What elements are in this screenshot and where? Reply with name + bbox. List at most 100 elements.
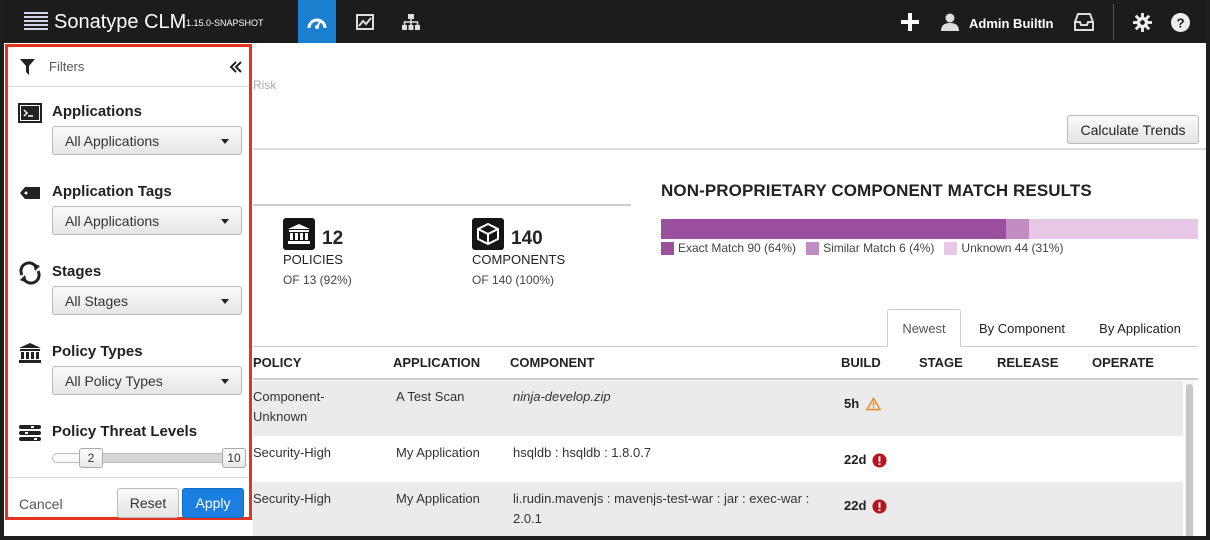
cell-build: 22d [844,496,887,516]
col-operate[interactable]: OPERATE [1092,355,1154,370]
col-release[interactable]: RELEASE [997,355,1058,370]
threat-levels-icon [17,421,43,445]
application-tags-title: Application Tags [52,183,172,200]
user-icon [941,13,959,31]
policy-types-title: Policy Types [52,343,143,360]
table-scrollbar-thumb[interactable] [1186,384,1193,540]
divider [253,204,631,206]
inbox-icon[interactable] [1074,13,1094,31]
calculate-trends-button[interactable]: Calculate Trends [1067,115,1199,144]
hierarchy-icon [402,13,420,30]
help-icon[interactable]: ? [1171,13,1190,32]
col-policy[interactable]: POLICY [253,355,301,370]
applications-select[interactable]: All Applications [52,126,242,155]
build-age: 22d [844,498,867,513]
plus-icon[interactable] [901,13,919,31]
nav-reports-button[interactable] [346,0,384,43]
stages-title: Stages [52,263,102,280]
legend-item-exact: Exact Match 90 (64%) [661,241,796,255]
components-label: COMPONENTS [472,252,566,267]
error-icon [872,498,887,514]
cell-build: 5h [844,394,882,414]
col-stage[interactable]: STAGE [919,355,963,370]
col-build[interactable]: BUILD [841,355,881,370]
legend-swatch [944,241,958,255]
policy-types-select[interactable]: All Policy Types [52,366,242,395]
cell-application: My Application [396,445,480,460]
col-component[interactable]: COMPONENT [510,355,595,370]
stages-value: All Stages [65,292,129,309]
sonatype-logo-icon [24,12,48,32]
svg-text:?: ? [1176,15,1184,30]
version-label: 1.15.0-SNAPSHOT [186,18,264,28]
reset-button[interactable]: Reset [117,488,179,518]
cancel-link[interactable]: Cancel [19,496,63,512]
cycle-icon [17,261,43,285]
bar-segment-similar [1006,219,1030,239]
tab-newest[interactable]: Newest [887,309,961,347]
table-row[interactable]: Component- Unknown A Test Scan ninja-dev… [253,381,1183,436]
bank-icon [283,218,315,250]
col-application[interactable]: APPLICATION [393,355,480,370]
collapse-icon[interactable] [230,61,242,73]
nav-organization-button[interactable] [392,0,430,43]
breadcrumb[interactable]: Risk [253,78,276,92]
slider-min-handle[interactable]: 2 [79,448,103,468]
table-row[interactable]: Security-High My Application hsqldb : hs… [253,436,1183,482]
slider-max-handle[interactable]: 10 [222,448,246,468]
chart-icon [356,13,374,30]
nav-dashboard-button[interactable] [298,0,336,43]
match-results-bar [661,219,1198,239]
stages-select[interactable]: All Stages [52,286,242,315]
warning-icon [866,397,882,411]
applications-title: Applications [52,103,143,120]
build-age: 5h [844,396,860,411]
error-icon [872,452,887,468]
cell-component: li.rudin.mavenjs : mavenjs-test-war : ja… [513,491,810,526]
filters-footer-divider [8,477,249,478]
cell-policy: Component- Unknown [253,389,325,424]
dashboard-icon [307,18,327,29]
tab-by-application[interactable]: By Application [1084,309,1196,347]
applications-value: All Applications [65,132,160,149]
tab-by-component[interactable]: By Component [966,309,1078,347]
apply-button[interactable]: Apply [182,488,244,518]
build-age: 22d [844,452,867,467]
policies-count: 12 [322,228,344,249]
cell-component: ninja-develop.zip [513,389,611,404]
match-legend: Exact Match 90 (64%) Similar Match 6 (4%… [661,241,1073,255]
chevron-down-icon [221,139,229,144]
policies-label: POLICIES [283,252,343,267]
cube-icon [472,218,504,250]
legend-label: Unknown 44 (31%) [961,241,1064,255]
cell-application: My Application [396,491,480,506]
topbar-separator [1113,4,1114,40]
legend-swatch [806,241,820,255]
bar-segment-exact [661,219,1007,239]
gear-icon[interactable] [1133,13,1152,32]
match-results-title: NON-PROPRIETARY COMPONENT MATCH RESULTS [661,181,1092,200]
application-tags-value: All Applications [65,212,160,229]
legend-label: Similar Match 6 (4%) [823,241,935,255]
filters-header: Filters [8,47,249,87]
legend-item-similar: Similar Match 6 (4%) [806,241,934,255]
policy-types-value: All Policy Types [65,372,163,389]
cell-application: A Test Scan [396,389,465,404]
legend-label: Exact Match 90 (64%) [678,241,797,255]
components-count: 140 [511,228,543,249]
threat-levels-title: Policy Threat Levels [52,423,198,440]
chevron-down-icon [221,379,229,384]
cell-build: 22d [844,450,887,470]
application-tags-select[interactable]: All Applications [52,206,242,235]
user-menu[interactable]: Admin BuiltIn [969,16,1054,31]
bank-icon [17,341,43,365]
cell-component: hsqldb : hsqldb : 1.8.0.7 [513,445,652,460]
top-bar: Sonatype CLM 1.15.0-SNAPSHOT Admin Built… [0,0,1210,43]
divider [253,148,1210,150]
chevron-down-icon [221,299,229,304]
cell-policy: Security-High [253,445,332,460]
chevron-down-icon [221,219,229,224]
terminal-icon [17,101,43,125]
brand-name: Sonatype CLM [54,11,187,33]
table-row[interactable]: Security-High My Application li.rudin.ma… [253,482,1183,540]
